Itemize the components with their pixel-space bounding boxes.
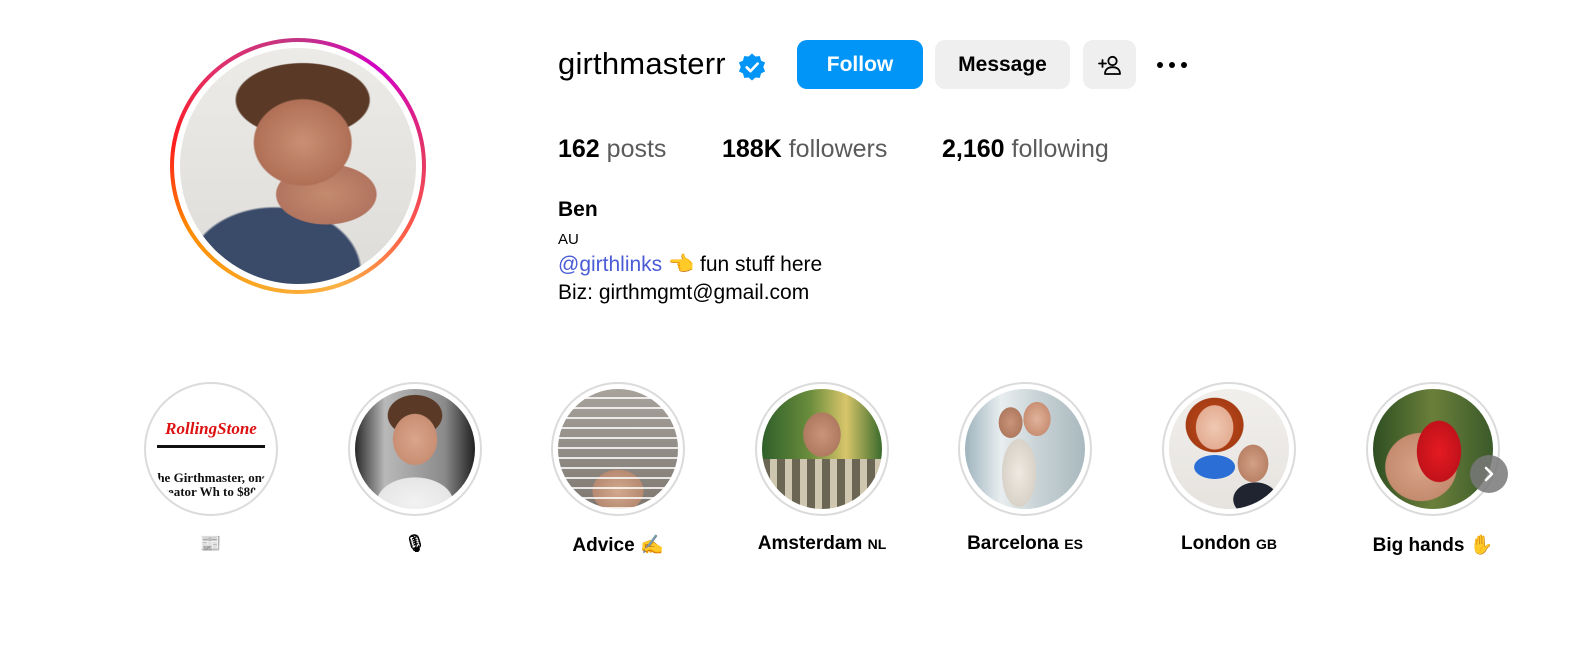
highlight-news[interactable]: RollingStone the Girthmaster, ons Creato… (144, 382, 278, 553)
flag-es: ES (1064, 536, 1083, 552)
highlight-amsterdam[interactable]: Amsterdam NL (755, 382, 889, 554)
following-stat[interactable]: 2,160 following (942, 135, 1109, 164)
highlight-label: Big hands ✋ (1372, 535, 1494, 556)
newspaper-icon: 📰 (200, 534, 222, 553)
highlight-label: Amsterdam NL (757, 533, 887, 554)
bio-mention-link[interactable]: @girthlinks (558, 253, 662, 276)
bio-link-suffix: fun stuff here (694, 253, 823, 276)
profile-avatar[interactable] (170, 38, 426, 294)
message-button[interactable]: Message (935, 40, 1070, 89)
bio-name: Ben (558, 198, 598, 221)
highlight-barcelona[interactable]: Barcelona ES (958, 382, 1092, 554)
flag-nl: NL (867, 536, 887, 552)
highlight-big-hands[interactable]: Big hands ✋ (1366, 382, 1500, 556)
verified-badge-icon (738, 53, 766, 81)
highlight-advice[interactable]: Advice ✍️ (551, 382, 685, 556)
bio-business-email: Biz: girthmgmt@gmail.com (558, 281, 810, 304)
follow-button[interactable]: Follow (797, 40, 923, 89)
profile-page: girthmasterr Follow Message 162 posts 18… (0, 0, 1588, 649)
flag-gb: GB (1255, 536, 1277, 552)
bio-category: AU (558, 231, 579, 248)
highlights-next-button[interactable] (1470, 455, 1508, 493)
highlight-podcast[interactable]: 🎙 (348, 382, 482, 553)
highlight-label: Barcelona ES (967, 533, 1083, 554)
suggested-users-button[interactable] (1083, 40, 1136, 89)
rolling-stone-logo: RollingStone (165, 419, 257, 438)
highlight-cover (1169, 389, 1289, 509)
posts-stat: 162 posts (558, 135, 667, 163)
pointing-hand-emoji: 👈 (668, 253, 695, 276)
followers-stat[interactable]: 188K followers (722, 135, 887, 164)
highlight-cover (762, 389, 882, 509)
add-user-icon (1097, 55, 1121, 75)
highlight-label: London GB (1181, 533, 1277, 554)
highlight-cover (1373, 389, 1493, 509)
highlight-label: 🎙 (308, 533, 522, 555)
highlight-cover (355, 389, 475, 509)
avatar-photo (180, 48, 416, 284)
username: girthmasterr (558, 46, 726, 81)
more-options-icon[interactable] (1152, 50, 1192, 80)
cover-headline: the Girthmaster, ons Creator Wh to $80 (153, 470, 267, 499)
highlight-cover (558, 389, 678, 509)
microphone-icon: 🎙 (404, 534, 426, 553)
chevron-right-icon (1484, 466, 1494, 482)
highlight-label: Advice ✍️ (572, 535, 664, 556)
highlight-london[interactable]: London GB (1162, 382, 1296, 554)
highlight-cover (965, 389, 1085, 509)
highlight-label: 📰 (104, 533, 318, 555)
highlight-cover: RollingStone the Girthmaster, ons Creato… (151, 389, 271, 509)
bio-link-line: @girthlinks 👈 fun stuff here (558, 253, 822, 277)
